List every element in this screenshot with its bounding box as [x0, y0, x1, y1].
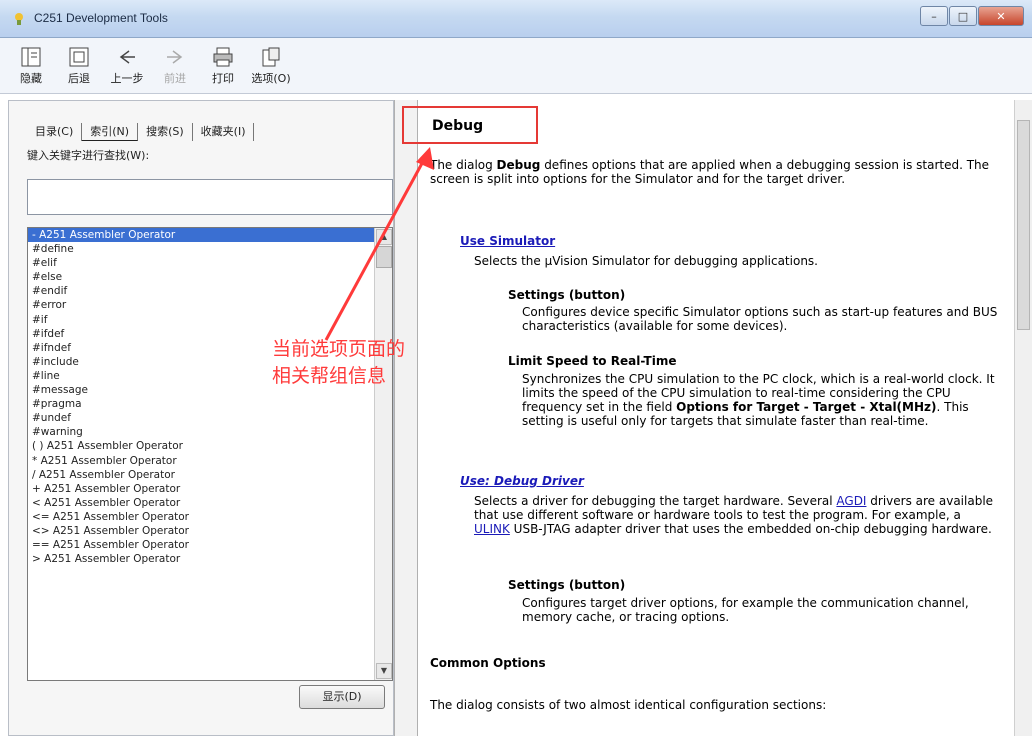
annotation-line-1: 当前选项页面的 — [272, 338, 406, 360]
annotation-text: 当前选项页面的 相关帮组信息 — [272, 336, 472, 390]
annotation-line-2: 相关帮组信息 — [272, 365, 387, 387]
annotation-arrow — [324, 147, 434, 341]
